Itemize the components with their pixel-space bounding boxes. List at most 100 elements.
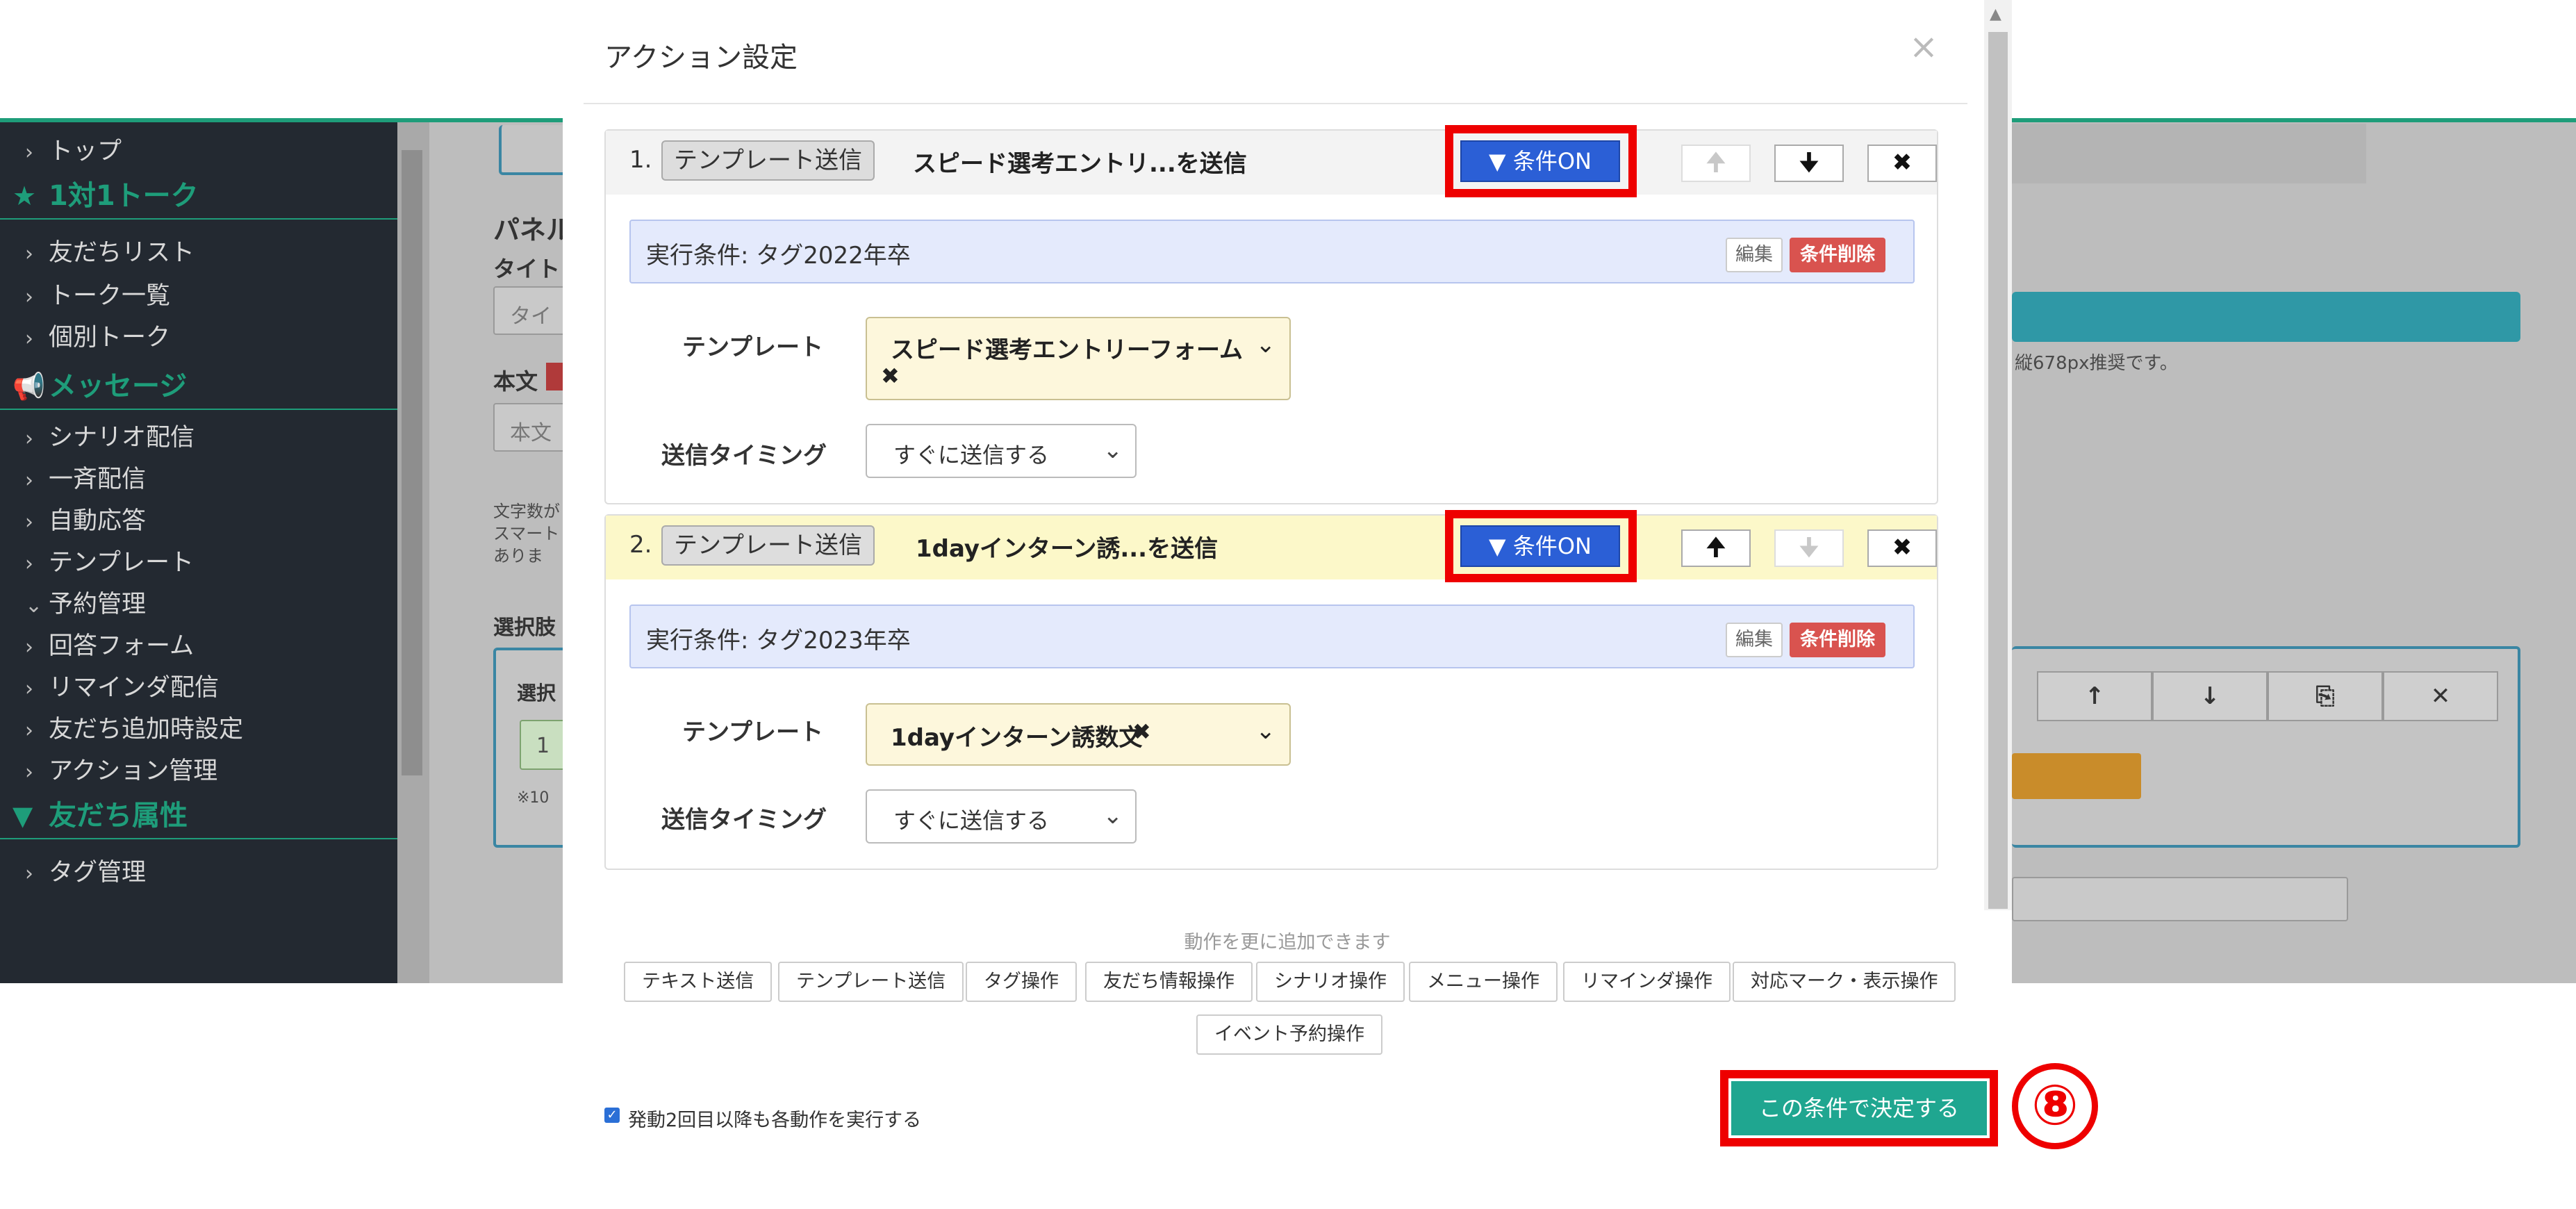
sidebar-item[interactable]: › 友だちリスト <box>0 232 397 274</box>
move-down-button[interactable]: 🠋 <box>1774 145 1844 182</box>
template-select[interactable]: スピード選考エントリーフォーム ⌄ ✖ <box>866 317 1291 400</box>
sidebar-item-label: メッセージ <box>49 370 188 402</box>
sidebar-item[interactable]: › トップ <box>0 131 397 172</box>
sidebar-item[interactable]: › トーク一覧 <box>0 275 397 317</box>
sidebar-item-label: 自動応答 <box>49 507 147 535</box>
choice-up-button[interactable]: ↑ <box>2037 671 2152 721</box>
delete-condition-button[interactable]: 条件削除 <box>1790 623 1885 657</box>
action-card: 1. テンプレート送信 スピード選考エントリ...を送信 ▼ 条件ON 🠉 🠋 … <box>604 125 1938 504</box>
sidebar: › トップ ★ 1対1トーク › 友だちリスト › トーク一覧 › 個別トーク 📢 メッセージ › シナリ… <box>0 122 397 983</box>
add-template-send-button[interactable]: テンプレート送信 <box>778 962 964 1002</box>
move-up-button[interactable]: 🠉 <box>1681 529 1751 567</box>
chevron-down-icon: ⌄ <box>1255 331 1276 359</box>
choice-copy-button[interactable]: ⎘ <box>2268 671 2383 721</box>
clear-template-icon[interactable]: ✖ <box>1132 718 1151 745</box>
delete-condition-button[interactable]: 条件削除 <box>1790 238 1885 272</box>
sidebar-item[interactable]: ⌄ 予約管理 <box>0 584 397 625</box>
timing-value: すぐに送信する <box>893 442 1050 468</box>
highlight-box <box>1445 510 1637 582</box>
sidebar-section-header[interactable]: 📢 メッセージ <box>0 364 397 410</box>
sidebar-scrollbar[interactable] <box>397 122 429 983</box>
sidebar-item-label: 予約管理 <box>49 591 147 618</box>
sidebar-item[interactable]: › タグ管理 <box>0 852 397 894</box>
action-card: 2. テンプレート送信 1dayインターン誘...を送信 ▼ 条件ON 🠉 🠋 … <box>604 510 1938 870</box>
sidebar-item-label: トップ <box>49 138 122 165</box>
note-line: 文字数が <box>493 502 560 521</box>
edit-condition-button[interactable]: 編集 <box>1726 623 1783 657</box>
sidebar-item-label: テンプレート <box>49 549 194 577</box>
sidebar-section-header[interactable]: ★ 1対1トーク <box>0 174 397 220</box>
action-header: 2. テンプレート送信 1dayインターン誘...を送信 ▼ 条件ON 🠉 🠋 … <box>606 510 1937 582</box>
modal-scrollbar[interactable]: ▲ <box>1984 0 2012 910</box>
scroll-up-icon[interactable]: ▲ <box>1990 6 2001 23</box>
choice-down-button[interactable]: ↓ <box>2152 671 2268 721</box>
choice-remove-button[interactable]: ✕ <box>2383 671 2498 721</box>
chevron-right-icon: › <box>25 510 33 534</box>
title-label: タイト <box>493 256 561 282</box>
confirm-button[interactable]: この条件で決定する <box>1731 1081 1987 1135</box>
sidebar-section-header[interactable]: ▼ 友だち属性 <box>0 793 397 839</box>
add-event-reservation-operation-button[interactable]: イベント予約操作 <box>1196 1014 1382 1055</box>
chevron-right-icon: › <box>25 468 33 493</box>
timing-select[interactable]: すぐに送信する ⌄ <box>866 789 1137 844</box>
chevron-right-icon: › <box>25 677 33 701</box>
add-tag-operation-button[interactable]: タグ操作 <box>966 962 1077 1002</box>
timing-value: すぐに送信する <box>893 807 1050 834</box>
required-badge <box>546 363 563 390</box>
bg-text-input[interactable] <box>2012 877 2348 921</box>
move-down-button[interactable]: 🠋 <box>1774 529 1844 567</box>
sidebar-item-label: 個別トーク <box>49 324 171 352</box>
sidebar-item-label: 友だち追加時設定 <box>49 716 244 743</box>
chevron-down-icon: ⌄ <box>25 593 43 618</box>
scrollbar-thumb[interactable] <box>402 150 422 775</box>
sidebar-item[interactable]: › 友だち追加時設定 <box>0 709 397 750</box>
template-select[interactable]: 1dayインターン誘数文 ✖ ⌄ <box>866 703 1291 766</box>
sidebar-item[interactable]: › アクション管理 <box>0 750 397 792</box>
chevron-right-icon: › <box>25 427 33 451</box>
step-marker: ⑧ <box>2012 1063 2098 1149</box>
remove-action-button[interactable]: ✖ <box>1867 145 1937 182</box>
add-scenario-operation-button[interactable]: シナリオ操作 <box>1256 962 1405 1002</box>
chevron-down-icon: ⌄ <box>1103 436 1123 464</box>
sidebar-item[interactable]: › 一斉配信 <box>0 459 397 500</box>
timing-select[interactable]: すぐに送信する ⌄ <box>866 424 1137 478</box>
teal-bar <box>2012 292 2520 342</box>
sidebar-item-label: タグ管理 <box>49 859 147 887</box>
move-up-button[interactable]: 🠉 <box>1681 145 1751 182</box>
sidebar-item[interactable]: › 個別トーク <box>0 317 397 359</box>
chevron-down-icon: ⌄ <box>1103 802 1123 830</box>
chevron-right-icon: › <box>25 718 33 743</box>
sidebar-item-label: 回答フォーム <box>49 632 194 660</box>
megaphone-icon: 📢 <box>13 371 46 402</box>
timing-label: 送信タイミング <box>661 442 827 470</box>
add-reminder-operation-button[interactable]: リマインダ操作 <box>1563 962 1731 1002</box>
add-text-send-button[interactable]: テキスト送信 <box>624 962 773 1002</box>
sidebar-item[interactable]: › テンプレート <box>0 542 397 584</box>
sidebar-item[interactable]: › 回答フォーム <box>0 625 397 667</box>
sidebar-item[interactable]: › シナリオ配信 <box>0 417 397 459</box>
size-note: 縦678px推奨です。 <box>2015 353 2178 374</box>
add-menu-operation-button[interactable]: メニュー操作 <box>1409 962 1558 1002</box>
repeat-checkbox[interactable]: ✓ <box>604 1108 620 1123</box>
scrollbar-thumb[interactable] <box>1988 32 2008 909</box>
edit-condition-button[interactable]: 編集 <box>1726 238 1783 272</box>
choices-label: 選択肢 <box>493 616 556 640</box>
chevron-right-icon: › <box>25 140 33 165</box>
action-description: スピード選考エントリ...を送信 <box>913 150 1247 178</box>
sidebar-item-label: リマインダ配信 <box>49 674 220 702</box>
add-friend-info-operation-button[interactable]: 友だち情報操作 <box>1085 962 1253 1002</box>
chevron-right-icon: › <box>25 760 33 784</box>
clear-template-icon[interactable]: ✖ <box>881 363 900 389</box>
sidebar-item-label: アクション管理 <box>49 757 218 785</box>
remove-action-button[interactable]: ✖ <box>1867 529 1937 567</box>
condition-bar: 実行条件: タグ2023年卒 編集 条件削除 <box>629 604 1915 668</box>
sidebar-item[interactable]: › 自動応答 <box>0 500 397 542</box>
template-label: テンプレート <box>682 334 823 361</box>
action-settings-modal: アクション設定 × ▲ 1. テンプレート送信 スピード選考エントリ...を送信… <box>563 0 2012 1209</box>
action-number: 1. <box>629 146 652 174</box>
choice-number-input[interactable]: 1 <box>520 720 568 770</box>
note-line: スマート <box>493 524 560 543</box>
sidebar-item[interactable]: › リマインダ配信 <box>0 667 397 709</box>
add-mark-display-operation-button[interactable]: 対応マーク・表示操作 <box>1733 962 1956 1002</box>
close-icon[interactable]: × <box>1909 29 1938 64</box>
